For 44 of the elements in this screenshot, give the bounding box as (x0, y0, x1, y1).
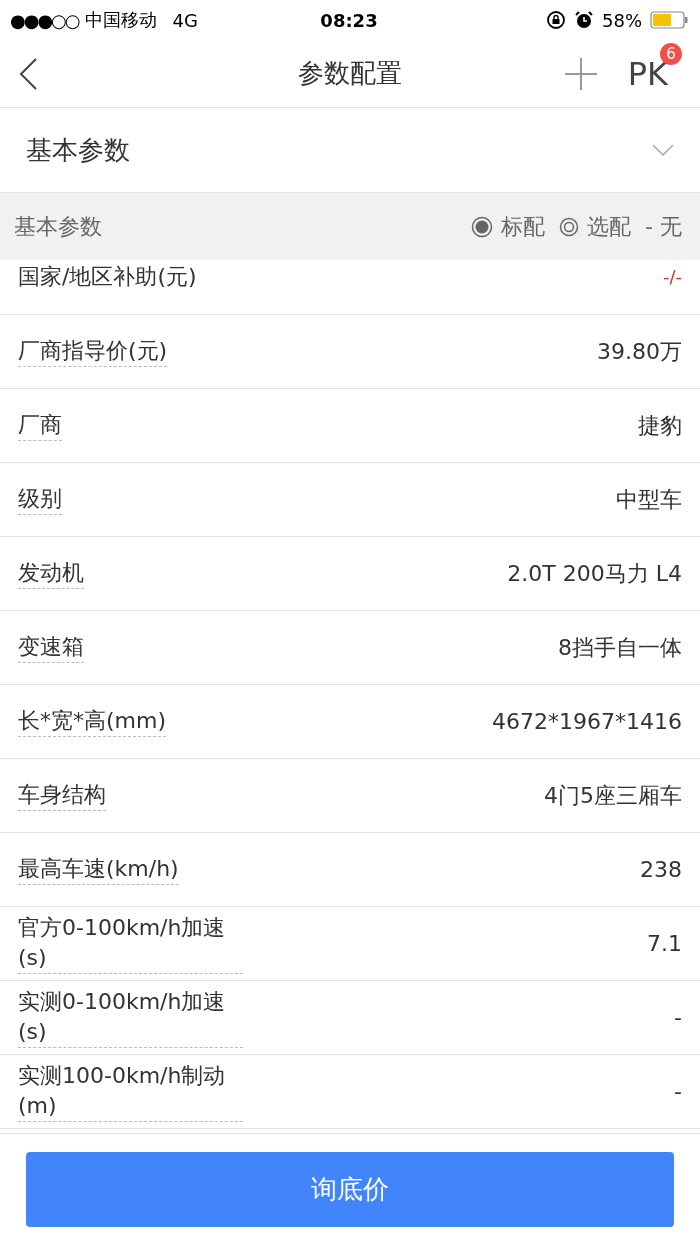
param-value: 39.80万 (597, 337, 682, 366)
param-value: -/- (662, 266, 682, 287)
param-value: 2.0T 200马力 L4 (507, 559, 682, 588)
page-title: 参数配置 (298, 57, 402, 90)
carrier-name: 中国移动 (84, 8, 157, 32)
rotation-lock-icon (546, 10, 566, 30)
param-label: 厂商指导价(元) (18, 336, 168, 367)
param-label: 国家/地区补助(元) (18, 263, 197, 291)
network-type: 4G (172, 9, 198, 31)
param-label: 发动机 (18, 558, 84, 589)
filled-radio-icon (471, 215, 494, 238)
param-label: 变速箱 (18, 632, 84, 663)
param-label: 长*宽*高(mm) (18, 706, 167, 737)
legend-label: 选配 (587, 212, 632, 241)
chevron-down-icon[interactable] (652, 144, 674, 156)
param-label: 官方0-100km/h加速(s) (18, 913, 243, 974)
param-value: 7.1 (647, 931, 682, 956)
category-label: 基本参数 (26, 133, 130, 167)
param-value: 8挡手自一体 (558, 633, 682, 662)
alarm-icon (574, 10, 594, 30)
param-label: 车身结构 (18, 780, 106, 811)
param-value: - (674, 1079, 682, 1104)
param-value: - (674, 1005, 682, 1030)
ask-price-button[interactable]: 询底价 (26, 1151, 674, 1227)
battery-percent: 58% (602, 9, 642, 31)
param-value: 中型车 (616, 485, 682, 514)
add-button[interactable] (563, 56, 598, 91)
back-button[interactable] (18, 56, 38, 91)
param-value: 4门5座三厢车 (544, 781, 682, 810)
param-label: 实测0-100km/h加速(s) (18, 987, 243, 1048)
legend-label: - 无 (645, 212, 682, 241)
param-label: 实测100-0km/h制动(m) (18, 1061, 243, 1122)
battery-icon (650, 10, 688, 30)
param-label: 厂商 (18, 410, 62, 441)
section-title: 基本参数 (14, 212, 102, 241)
param-label: 最高车速(km/h) (18, 854, 179, 885)
param-label: 级别 (18, 484, 62, 515)
legend-label: 标配 (501, 212, 546, 241)
signal-strength: ●●●○○ (10, 9, 79, 31)
clock-time: 08:23 (320, 9, 378, 31)
ring-radio-icon (559, 216, 580, 237)
param-value: 238 (640, 857, 682, 882)
param-value: 4672*1967*1416 (492, 709, 682, 734)
param-value: 捷豹 (638, 411, 682, 440)
